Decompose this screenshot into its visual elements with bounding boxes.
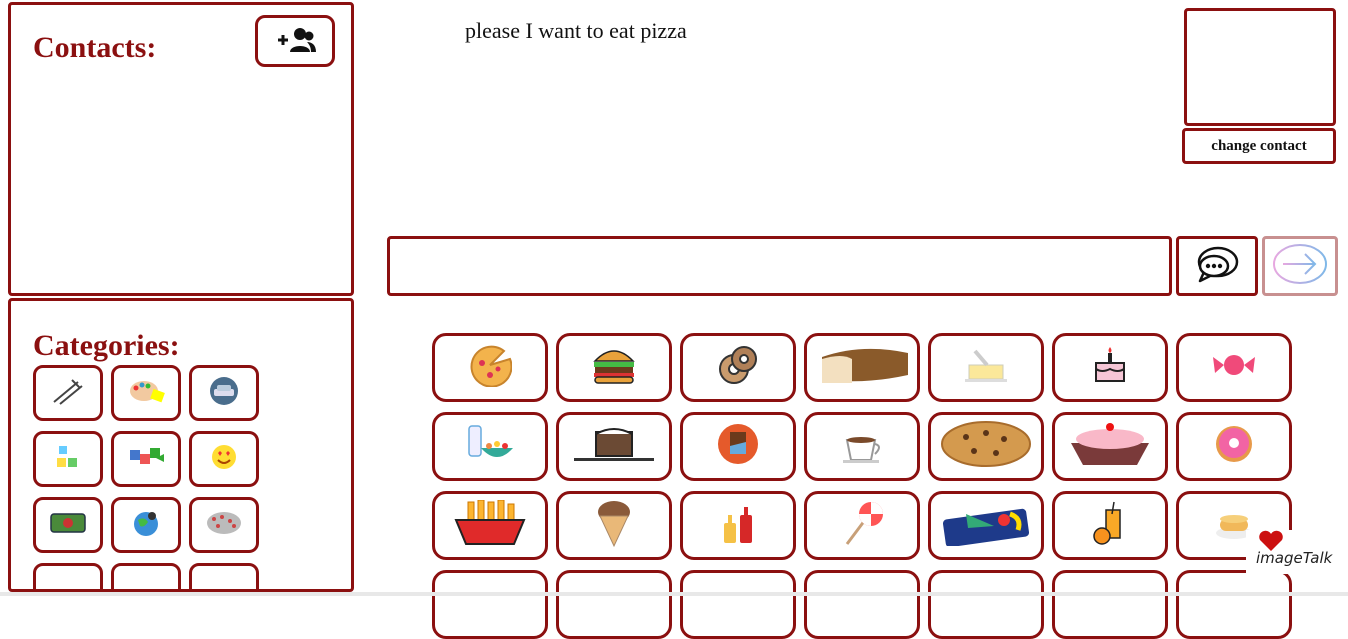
word-lunchbox-button[interactable]	[928, 491, 1044, 560]
word-lollipop-button[interactable]	[804, 491, 920, 560]
cereal-milk-icon	[465, 422, 515, 471]
category-more-button-2[interactable]	[111, 563, 181, 589]
contacts-panel: Contacts:	[8, 2, 354, 296]
category-more-button-1[interactable]	[33, 563, 103, 589]
horizontal-scrollbar[interactable]	[0, 592, 1348, 596]
contacts-title: Contacts:	[33, 31, 157, 64]
word-pizza-button[interactable]	[432, 333, 548, 402]
word-donut-button[interactable]	[1176, 412, 1292, 481]
category-art-button[interactable]	[111, 365, 181, 421]
send-button[interactable]	[1262, 236, 1338, 296]
orange-juice-icon	[1088, 500, 1132, 551]
crowd-icon	[204, 508, 244, 543]
birthday-cake-icon	[1088, 343, 1132, 392]
word-cereal-button[interactable]	[432, 412, 548, 481]
category-toys-button[interactable]	[33, 431, 103, 487]
imagetalk-logo: imageTalk	[1246, 530, 1340, 574]
globe-location-icon	[130, 508, 162, 543]
ice-cream-cone-icon	[592, 498, 636, 553]
heart-eyes-emoji-icon	[209, 442, 239, 477]
category-food-button[interactable]	[33, 365, 103, 421]
word-more-button-7[interactable]	[1176, 570, 1292, 639]
category-money-button[interactable]	[33, 497, 103, 553]
word-orange-juice-button[interactable]	[1052, 491, 1168, 560]
lunchbox-icon	[938, 500, 1034, 551]
word-more-button-3[interactable]	[680, 570, 796, 639]
chocolate-bar-icon	[716, 422, 760, 471]
word-more-button-5[interactable]	[928, 570, 1044, 639]
lollipop-icon	[837, 498, 887, 553]
word-ice-cream-button[interactable]	[556, 491, 672, 560]
word-more-button-4[interactable]	[804, 570, 920, 639]
pizza-icon	[468, 343, 513, 392]
word-chocolate-cake-button[interactable]	[556, 412, 672, 481]
category-games-button[interactable]	[111, 431, 181, 487]
word-hot-chocolate-button[interactable]	[804, 412, 920, 481]
category-places-button[interactable]	[111, 497, 181, 553]
change-contact-button[interactable]: change contact	[1182, 128, 1336, 164]
word-hamburger-button[interactable]	[556, 333, 672, 402]
category-more-button-3[interactable]	[189, 563, 259, 589]
hot-chocolate-icon	[837, 422, 887, 471]
message-text: please I want to eat pizza	[465, 18, 687, 43]
puzzle-icon	[126, 442, 166, 477]
word-dessert-button[interactable]	[1052, 412, 1168, 481]
category-transport-button[interactable]	[189, 365, 259, 421]
word-bread-button[interactable]	[804, 333, 920, 402]
bagel-icon	[716, 343, 760, 392]
arrow-right-icon	[1271, 241, 1329, 292]
word-chocolate-bar-button[interactable]	[680, 412, 796, 481]
donut-icon	[1212, 422, 1256, 471]
category-grid	[33, 365, 259, 589]
word-birthday-cake-button[interactable]	[1052, 333, 1168, 402]
hamburger-icon	[591, 343, 637, 392]
word-more-button-2[interactable]	[556, 570, 672, 639]
categories-title: Categories:	[33, 329, 180, 362]
butter-icon	[961, 343, 1011, 392]
cupcake-dessert-icon	[1065, 421, 1155, 472]
toy-blocks-icon	[53, 442, 83, 477]
word-condiments-button[interactable]	[680, 491, 796, 560]
fork-knife-icon	[50, 376, 86, 411]
word-more-button-6[interactable]	[1052, 570, 1168, 639]
art-palette-icon	[126, 376, 166, 411]
cookie-icon	[938, 419, 1034, 474]
word-fries-button[interactable]	[432, 491, 548, 560]
candy-icon	[1209, 343, 1259, 392]
category-people-button[interactable]	[189, 497, 259, 553]
bread-icon	[812, 343, 912, 392]
categories-panel: Categories:	[8, 298, 354, 592]
add-contact-icon	[274, 25, 316, 58]
contact-photo	[1184, 8, 1336, 126]
logo-text: imageTalk	[1256, 549, 1333, 567]
word-candy-button[interactable]	[1176, 333, 1292, 402]
word-more-button-1[interactable]	[432, 570, 548, 639]
chocolate-cake-icon	[566, 422, 662, 471]
speech-bubble-icon	[1194, 244, 1240, 289]
word-bagel-button[interactable]	[680, 333, 796, 402]
ketchup-mustard-icon	[716, 501, 760, 550]
speak-button[interactable]	[1176, 236, 1258, 296]
word-butter-button[interactable]	[928, 333, 1044, 402]
word-cookie-button[interactable]	[928, 412, 1044, 481]
category-feelings-button[interactable]	[189, 431, 259, 487]
add-contact-button[interactable]	[255, 15, 335, 67]
money-bill-icon	[49, 509, 87, 542]
sentence-bar[interactable]	[387, 236, 1172, 296]
fries-icon	[452, 499, 528, 551]
car-icon	[207, 376, 241, 411]
